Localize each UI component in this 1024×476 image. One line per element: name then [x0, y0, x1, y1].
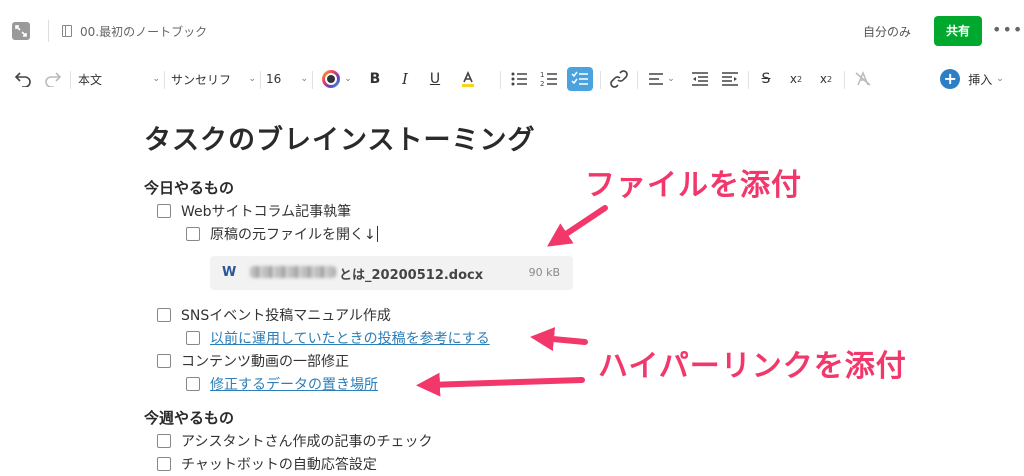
annotation-arrows	[416, 205, 608, 397]
arrow-to-link-2	[416, 372, 585, 397]
arrow-to-attachment	[547, 205, 608, 247]
arrow-to-link-1	[530, 327, 588, 352]
